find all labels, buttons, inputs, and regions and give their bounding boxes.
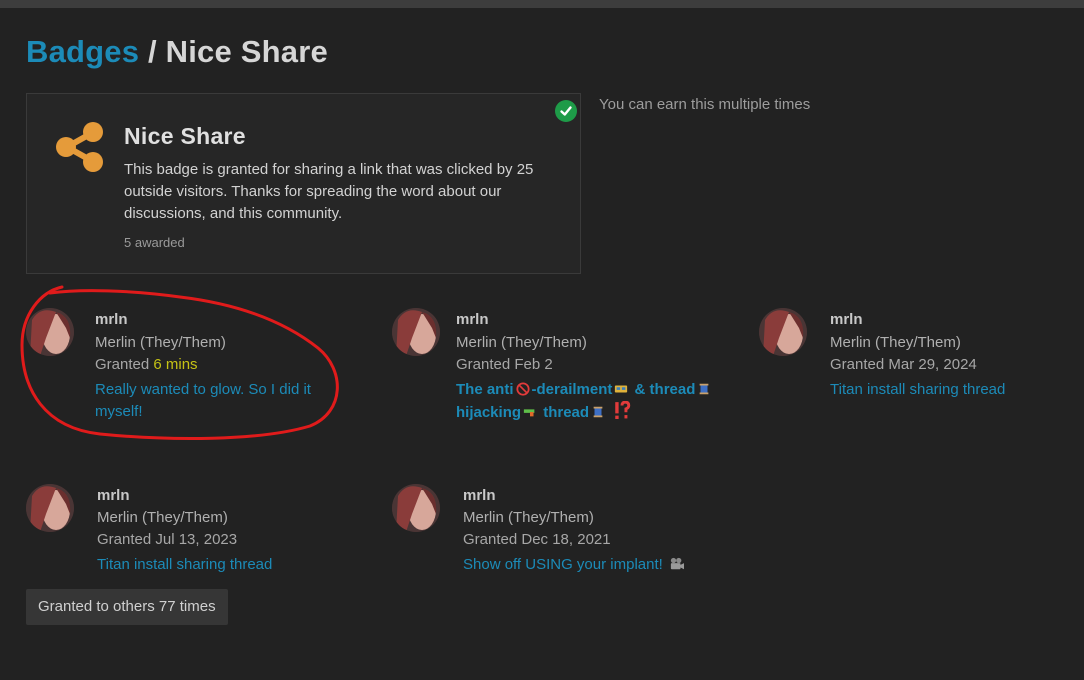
username[interactable]: mrln	[97, 487, 130, 504]
water-pistol-emoji-icon	[523, 409, 535, 417]
movie-camera-emoji-icon	[670, 557, 684, 570]
avatar[interactable]	[392, 484, 440, 532]
top-bar	[0, 0, 1084, 8]
topic-link[interactable]: Titan install sharing thread	[830, 379, 1060, 401]
granted-date: Granted 6 mins	[95, 356, 198, 373]
username[interactable]: mrln	[830, 311, 863, 328]
award-item: mrln Merlin (They/Them) Granted Mar 29, …	[759, 308, 1059, 428]
granted-date: Granted Feb 2	[456, 356, 553, 373]
topic-link[interactable]: Really wanted to glow. So I did it mysel…	[95, 379, 330, 423]
avatar[interactable]	[759, 308, 807, 356]
display-name: Merlin (They/Them)	[456, 334, 587, 351]
topic-link[interactable]: The anti -derailment & thread hijacking th…	[456, 379, 736, 424]
exclamation-question-emoji-icon	[615, 401, 631, 419]
share-icon	[56, 122, 103, 172]
awarded-count: 5 awarded	[124, 235, 185, 250]
granted-to-others-button[interactable]: Granted to others 77 times	[26, 589, 228, 625]
award-item: mrln Merlin (They/Them) Granted Dec 18, …	[392, 484, 732, 584]
avatar[interactable]	[26, 308, 74, 356]
badge-title: Nice Share	[124, 123, 246, 149]
award-item: mrln Merlin (They/Them) Granted Jul 13, …	[26, 484, 356, 584]
granted-check-icon	[555, 100, 577, 122]
avatar[interactable]	[392, 308, 440, 356]
username[interactable]: mrln	[456, 311, 489, 328]
username[interactable]: mrln	[95, 311, 128, 328]
avatar[interactable]	[26, 484, 74, 532]
granted-date: Granted Jul 13, 2023	[97, 531, 238, 548]
spool-of-thread-emoji-icon	[700, 383, 709, 395]
badge-card: Nice Share This badge is granted for sha…	[26, 93, 581, 274]
granted-when: 6 mins	[153, 356, 198, 373]
no-entry-emoji-icon	[515, 382, 530, 396]
breadcrumb: Badges / Nice Share	[26, 34, 328, 70]
topic-link[interactable]: Show off USING your implant!	[463, 554, 723, 576]
display-name: Merlin (They/Them)	[95, 334, 226, 351]
display-name: Merlin (They/Them)	[97, 509, 228, 526]
award-item: mrln Merlin (They/Them) Granted 6 mins R…	[26, 308, 356, 428]
username[interactable]: mrln	[463, 487, 496, 504]
page-title: Nice Share	[165, 34, 328, 69]
granted-date: Granted Dec 18, 2021	[463, 531, 611, 548]
breadcrumb-badges-link[interactable]: Badges	[26, 34, 139, 69]
breadcrumb-separator: /	[139, 34, 166, 69]
topic-link[interactable]: Titan install sharing thread	[97, 554, 337, 576]
multiple-times-note: You can earn this multiple times	[599, 96, 811, 113]
train-emoji-icon	[615, 385, 628, 393]
spool-of-thread-emoji-icon	[593, 406, 603, 418]
display-name: Merlin (They/Them)	[830, 334, 961, 351]
award-item: mrln Merlin (They/Them) Granted Feb 2 Th…	[392, 308, 732, 428]
granted-date: Granted Mar 29, 2024	[830, 356, 977, 373]
display-name: Merlin (They/Them)	[463, 509, 594, 526]
badge-description: This badge is granted for sharing a link…	[124, 161, 534, 222]
